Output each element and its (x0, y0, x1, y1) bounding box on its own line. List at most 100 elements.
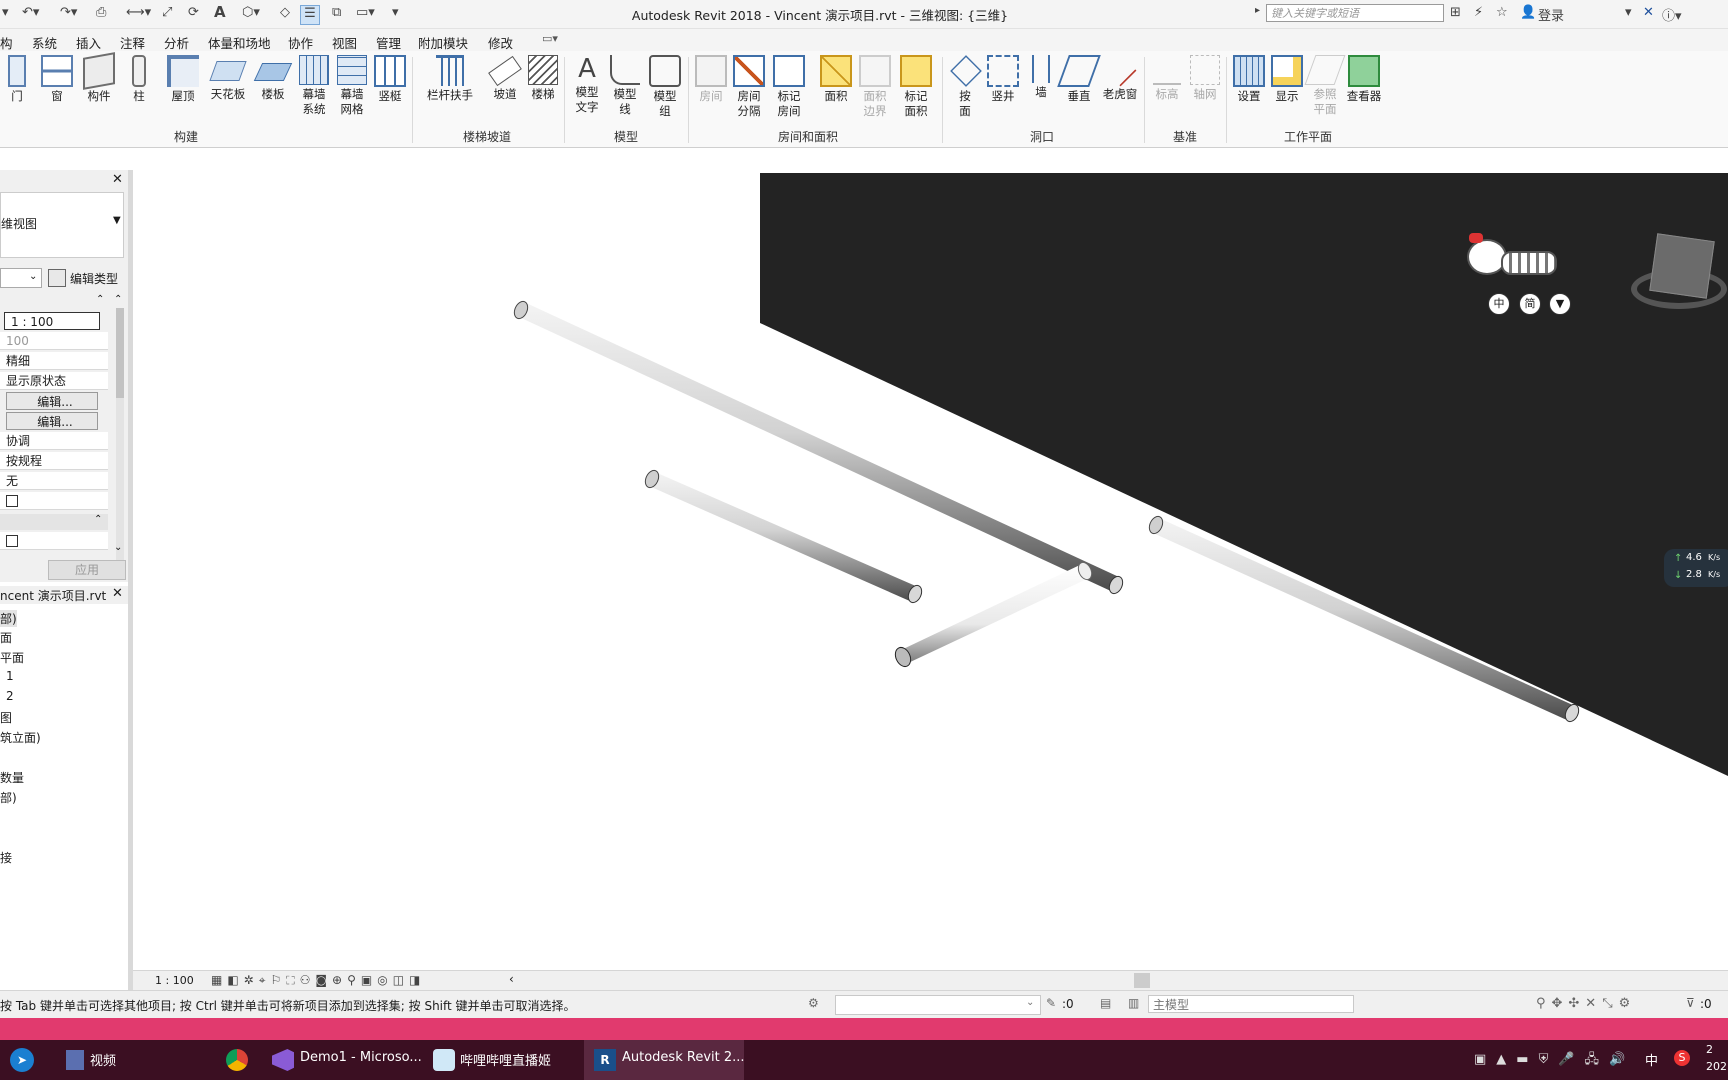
taskbar-item-video[interactable]: 视频 (90, 1050, 116, 1069)
ramp-button[interactable]: 坡道 (488, 55, 522, 102)
close-hidden-icon[interactable]: ⧉ (332, 5, 341, 23)
set-workplane-button[interactable]: 设置 (1232, 55, 1266, 104)
tag-area-button[interactable]: 标记 面积 (898, 55, 934, 119)
help-icon[interactable]: ⓘ▾ (1662, 5, 1682, 24)
component-button[interactable]: 构件 (82, 52, 116, 104)
tree-item[interactable]: 1 (6, 669, 14, 683)
viewcube-box[interactable] (1649, 233, 1715, 299)
shaft-button[interactable]: 竖井 (986, 55, 1020, 104)
ceiling-button[interactable]: 天花板 (208, 55, 248, 102)
measure-icon[interactable]: ⟷▾ (126, 5, 151, 23)
print-icon[interactable]: ⎙ (96, 5, 106, 23)
graphics-edit-button[interactable]: 编辑... (6, 412, 98, 430)
group-header[interactable]: ⌃ (0, 514, 108, 530)
type-selector[interactable]: 维视图 ▼ (0, 192, 124, 258)
tab-view[interactable]: 视图 (332, 33, 357, 52)
checkbox[interactable] (6, 535, 18, 547)
view-scale-field[interactable]: 1 : 100 (4, 312, 100, 330)
discipline-field[interactable]: 协调 (0, 432, 108, 450)
floor-button[interactable]: 楼板 (253, 55, 293, 102)
model-group-button[interactable]: 模型 组 (648, 55, 682, 119)
workset-select[interactable]: ⌄ (835, 995, 1041, 1015)
parts-visibility-field[interactable]: 显示原状态 (0, 372, 108, 390)
rod-3[interactable] (892, 560, 1094, 669)
login-button[interactable]: 登录 (1538, 5, 1564, 24)
collapse-icon[interactable]: ⌃ (96, 294, 104, 305)
user-icon[interactable]: 👤 (1520, 5, 1536, 23)
viewcube[interactable] (1631, 229, 1727, 309)
door-button[interactable]: 门 (2, 55, 32, 104)
text-icon[interactable]: A (214, 3, 226, 21)
customize-icon[interactable]: ▾ (392, 5, 399, 23)
close-properties-icon[interactable]: ✕ (112, 172, 123, 187)
by-face-button[interactable]: 按 面 (950, 55, 982, 119)
area-boundary-button[interactable]: 面积 边界 (858, 55, 892, 119)
curtain-system-button[interactable]: 幕墙 系统 (298, 55, 330, 117)
clock-time[interactable]: 2 (1706, 1043, 1713, 1056)
undo-icon[interactable]: ↶▾ (22, 5, 39, 23)
panel-toggle-icon[interactable]: ▭▾ (542, 32, 558, 45)
edit-type-button[interactable]: 编辑类型 (70, 270, 118, 287)
show-workplane-button[interactable]: 显示 (1270, 55, 1304, 104)
thin-lines-icon[interactable]: ☰ (300, 5, 320, 25)
view-scale[interactable]: 1 : 100 (155, 974, 194, 987)
tab-modify[interactable]: 修改 (488, 33, 513, 52)
column-button[interactable]: 柱 (124, 55, 154, 104)
favorites-icon[interactable]: ☆ (1496, 5, 1508, 23)
input-method[interactable]: 中 (1645, 1050, 1658, 1069)
tab-systems[interactable]: 系统 (32, 33, 57, 52)
tab-collaborate[interactable]: 协作 (288, 33, 313, 52)
rod-2[interactable] (643, 468, 924, 604)
tag-icon[interactable]: ⟳ (188, 5, 199, 23)
switch-windows-icon[interactable]: ▭▾ (356, 5, 375, 23)
detail-level-field[interactable]: 精细 (0, 352, 108, 370)
room-separator-button[interactable]: 房间 分隔 (732, 55, 766, 119)
workset-icon[interactable]: ⚙ (808, 996, 819, 1010)
color-scheme-field[interactable]: 无 (0, 472, 108, 490)
start-icon[interactable]: ➤ (10, 1048, 34, 1072)
redo-icon[interactable]: ↷▾ (60, 5, 77, 23)
viewer-button[interactable]: 查看器 (1344, 55, 1384, 104)
tray-icons[interactable]: ▣▲▬⛨🎤🖧🔊 (1474, 1050, 1635, 1072)
railing-button[interactable]: 栏杆扶手 (420, 55, 480, 103)
3d-view-icon[interactable]: ⬡▾ (242, 5, 260, 23)
tab-massing[interactable]: 体量和场地 (208, 33, 271, 52)
tree-item[interactable]: 接 (0, 849, 12, 866)
tab-manage[interactable]: 管理 (376, 33, 401, 52)
dimension-icon[interactable]: ⤢ (162, 5, 172, 23)
selection-toggle-icons[interactable]: ⚲✥✣✕⤡⚙ (1536, 996, 1636, 1011)
wall-opening-button[interactable]: 墙 (1024, 55, 1058, 100)
tree-item[interactable]: 数量 (0, 769, 24, 786)
quick-access-dropdown-icon[interactable]: ▾ (2, 5, 9, 23)
roof-button[interactable]: 屋顶 (166, 55, 200, 104)
chevron-left-icon[interactable]: ‹ (509, 972, 514, 986)
vertical-opening-button[interactable]: 垂直 (1057, 55, 1101, 104)
lang-chinese-button[interactable]: 中 (1488, 293, 1510, 315)
tree-item[interactable]: 图 (0, 709, 12, 726)
room-button[interactable]: 房间 (694, 55, 728, 104)
tree-item[interactable]: 平面 (0, 649, 24, 666)
section-icon[interactable]: ◇ (280, 5, 290, 23)
horizontal-scroll-thumb[interactable] (1134, 973, 1150, 988)
search-input[interactable]: 键入关键字或短语 (1266, 4, 1444, 22)
tree-item[interactable]: 部) (0, 789, 17, 806)
binoculars-icon[interactable]: ⊞ (1450, 5, 1461, 23)
tab-insert[interactable]: 插入 (76, 33, 101, 52)
model-line-button[interactable]: 模型 线 (608, 55, 642, 117)
clock-date[interactable]: 202 (1706, 1060, 1727, 1073)
model-text-button[interactable]: A 模型 文字 (570, 55, 604, 115)
subscription-icon[interactable]: ⚡ (1474, 5, 1483, 23)
design-option-select[interactable]: 主模型 (1148, 995, 1354, 1013)
login-dropdown-icon[interactable]: ▾ (1625, 5, 1632, 23)
apply-button[interactable]: 应用 (48, 560, 126, 580)
shirt-icon[interactable]: ▼ (1549, 293, 1571, 315)
checkbox[interactable] (6, 495, 18, 507)
show-hidden-lines-field[interactable]: 按规程 (0, 452, 108, 470)
panel-room-label[interactable]: 房间和面积 (778, 128, 838, 145)
tab-analyze[interactable]: 分析 (164, 33, 189, 52)
collapse-icon[interactable]: ⌃ (94, 514, 102, 525)
main-model-icon[interactable]: ▥ (1128, 996, 1139, 1010)
taskbar-item-revit[interactable]: Autodesk Revit 2... (622, 1050, 745, 1065)
curtain-grid-button[interactable]: 幕墙 网格 (336, 55, 368, 117)
lang-simplified-button[interactable]: 简 (1519, 293, 1541, 315)
